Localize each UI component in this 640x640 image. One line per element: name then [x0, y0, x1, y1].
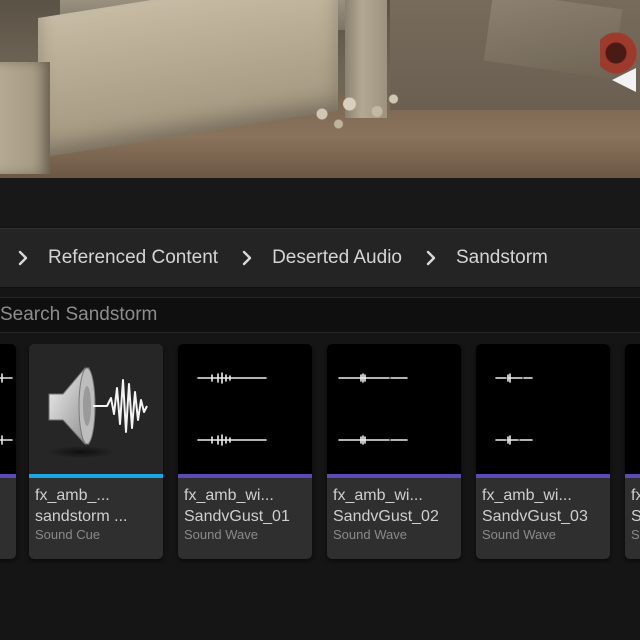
asset-name-line2: sandstorm ...	[35, 508, 128, 525]
chevron-right-icon[interactable]	[416, 250, 446, 266]
search-bar	[0, 297, 640, 333]
asset-tile[interactable]	[0, 344, 16, 559]
waveform-icon	[178, 344, 312, 474]
asset-name-line1: fx_amb_...	[35, 487, 110, 504]
breadcrumb: Referenced Content Deserted Audio Sandst…	[0, 228, 640, 288]
asset-type-label: Sound Wave	[482, 527, 556, 542]
asset-type-bar	[178, 474, 312, 478]
breadcrumb-item-deserted-audio[interactable]: Deserted Audio	[266, 243, 408, 273]
search-input[interactable]	[0, 298, 640, 332]
asset-name-line1: fx_amb_wi...	[482, 487, 572, 504]
panel-toolbar	[0, 178, 640, 226]
asset-type-bar	[29, 474, 163, 478]
waveform-icon	[476, 344, 610, 474]
asset-type-label: Sound Cue	[35, 527, 101, 542]
asset-type-bar	[327, 474, 461, 478]
asset-type-bar	[476, 474, 610, 478]
chevron-right-icon[interactable]	[8, 250, 38, 266]
asset-name-line2: S	[631, 508, 640, 525]
waveform-icon	[0, 344, 16, 474]
breadcrumb-item-sandstorm[interactable]: Sandstorm	[450, 243, 554, 273]
level-viewport[interactable]	[0, 0, 640, 178]
asset-type-label: Sound Wave	[184, 527, 258, 542]
asset-tile-sound-wave[interactable]: fx S S	[625, 344, 640, 559]
asset-tile-sound-cue[interactable]: fx_amb_... sandstorm ... Sound Cue	[29, 344, 163, 559]
waveform-icon	[625, 344, 640, 474]
asset-name-line1: fx	[631, 487, 640, 504]
asset-name-line2: SandvGust_03	[482, 508, 588, 525]
speaker-waveform-icon	[29, 344, 163, 474]
asset-name-line1: fx_amb_wi...	[184, 487, 274, 504]
asset-name-line1: fx_amb_wi...	[333, 487, 423, 504]
mouse-cursor-icon	[612, 68, 636, 92]
chevron-right-icon[interactable]	[232, 250, 262, 266]
content-browser-panel: Referenced Content Deserted Audio Sandst…	[0, 178, 640, 640]
asset-name-line2: SandvGust_01	[184, 508, 290, 525]
asset-name-line2: SandvGust_02	[333, 508, 439, 525]
asset-tile-sound-wave[interactable]: fx_amb_wi... SandvGust_01 Sound Wave	[178, 344, 312, 559]
asset-grid: fx_amb_... sandstorm ... Sound Cue fx_am…	[0, 344, 640, 564]
asset-type-label: S	[631, 527, 640, 542]
asset-type-bar	[625, 474, 640, 478]
asset-type-bar	[0, 474, 16, 478]
asset-tile-sound-wave[interactable]: fx_amb_wi... SandvGust_03 Sound Wave	[476, 344, 610, 559]
viewport-debris	[300, 84, 410, 134]
asset-tile-sound-wave[interactable]: fx_amb_wi... SandvGust_02 Sound Wave	[327, 344, 461, 559]
waveform-icon	[327, 344, 461, 474]
asset-type-label: Sound Wave	[333, 527, 407, 542]
viewport-barrier-end	[0, 62, 50, 174]
breadcrumb-item-referenced-content[interactable]: Referenced Content	[42, 243, 224, 273]
